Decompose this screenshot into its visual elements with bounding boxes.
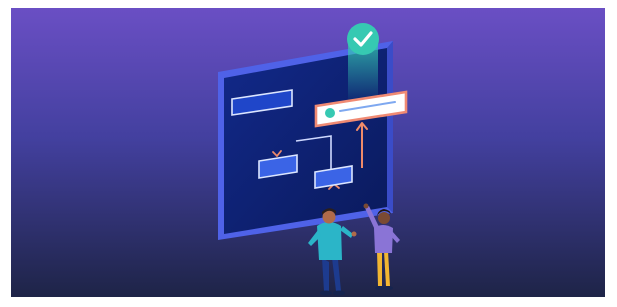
hero-illustration: [11, 8, 605, 297]
page: [0, 0, 617, 307]
check-badge-icon: [347, 23, 379, 55]
illustration-canvas: [11, 8, 605, 297]
